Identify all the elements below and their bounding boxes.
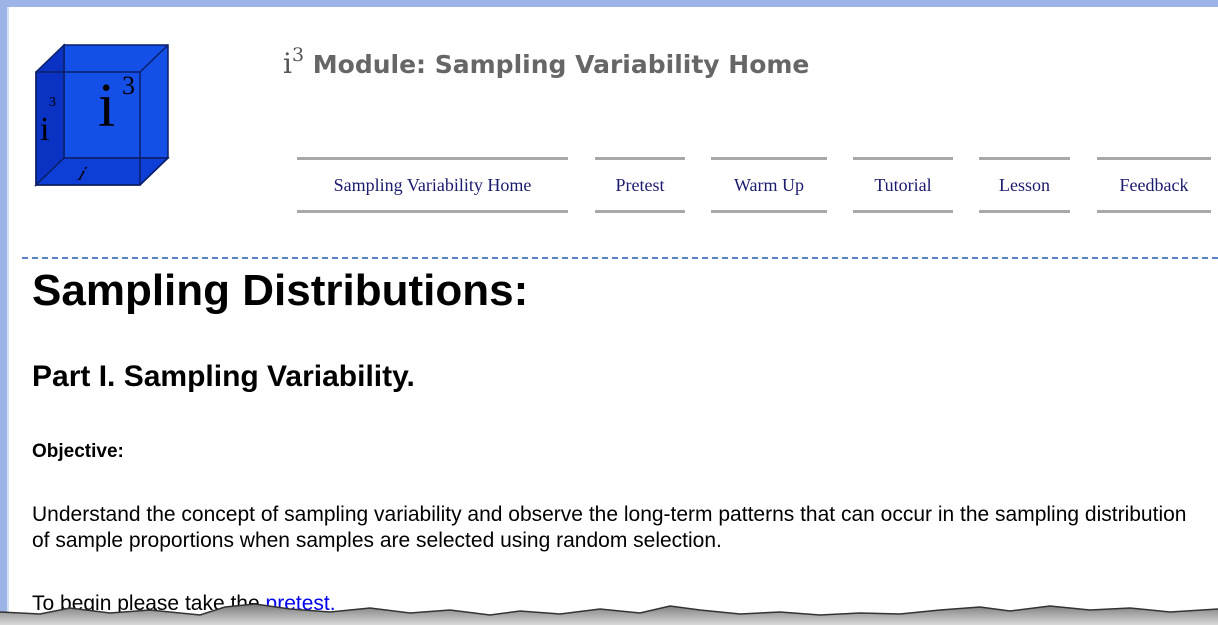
nav-feedback[interactable]: Feedback: [1097, 157, 1211, 213]
nav-tutorial[interactable]: Tutorial: [853, 157, 953, 213]
module-title-prefix: i3: [283, 44, 305, 80]
part-heading: Part I. Sampling Variability.: [32, 360, 415, 393]
window-frame-left: [0, 0, 7, 625]
window-frame-inner: [7, 7, 9, 625]
nav-label: Pretest: [615, 174, 665, 195]
objective-description: Understand the concept of sampling varia…: [32, 503, 1187, 552]
nav-label: Tutorial: [874, 174, 932, 195]
nav-pretest[interactable]: Pretest: [595, 157, 685, 213]
nav-lesson[interactable]: Lesson: [979, 157, 1070, 213]
objective-label: Objective:: [32, 441, 124, 462]
nav-label: Feedback: [1119, 174, 1189, 195]
page-heading: Sampling Distributions:: [32, 266, 529, 315]
section-divider: [22, 257, 1218, 259]
module-title: i3 Module: Sampling Variability Home: [283, 44, 809, 80]
torn-edge-decoration: [0, 604, 1218, 625]
nav-warm-up[interactable]: Warm Up: [711, 157, 827, 213]
nav-label: Sampling Variability Home: [333, 174, 532, 195]
svg-text:3: 3: [49, 95, 56, 110]
window-frame-top: [0, 0, 1218, 7]
nav-label: Warm Up: [733, 174, 805, 195]
nav-sampling-variability-home[interactable]: Sampling Variability Home: [297, 157, 568, 213]
svg-text:3: 3: [122, 71, 135, 100]
svg-text:i: i: [40, 111, 49, 148]
i3-cube-logo: i 3 i 3 i: [34, 43, 170, 187]
module-title-text: Module: Sampling Variability Home: [312, 50, 810, 79]
svg-text:i: i: [98, 72, 115, 140]
nav-label: Lesson: [999, 174, 1050, 195]
